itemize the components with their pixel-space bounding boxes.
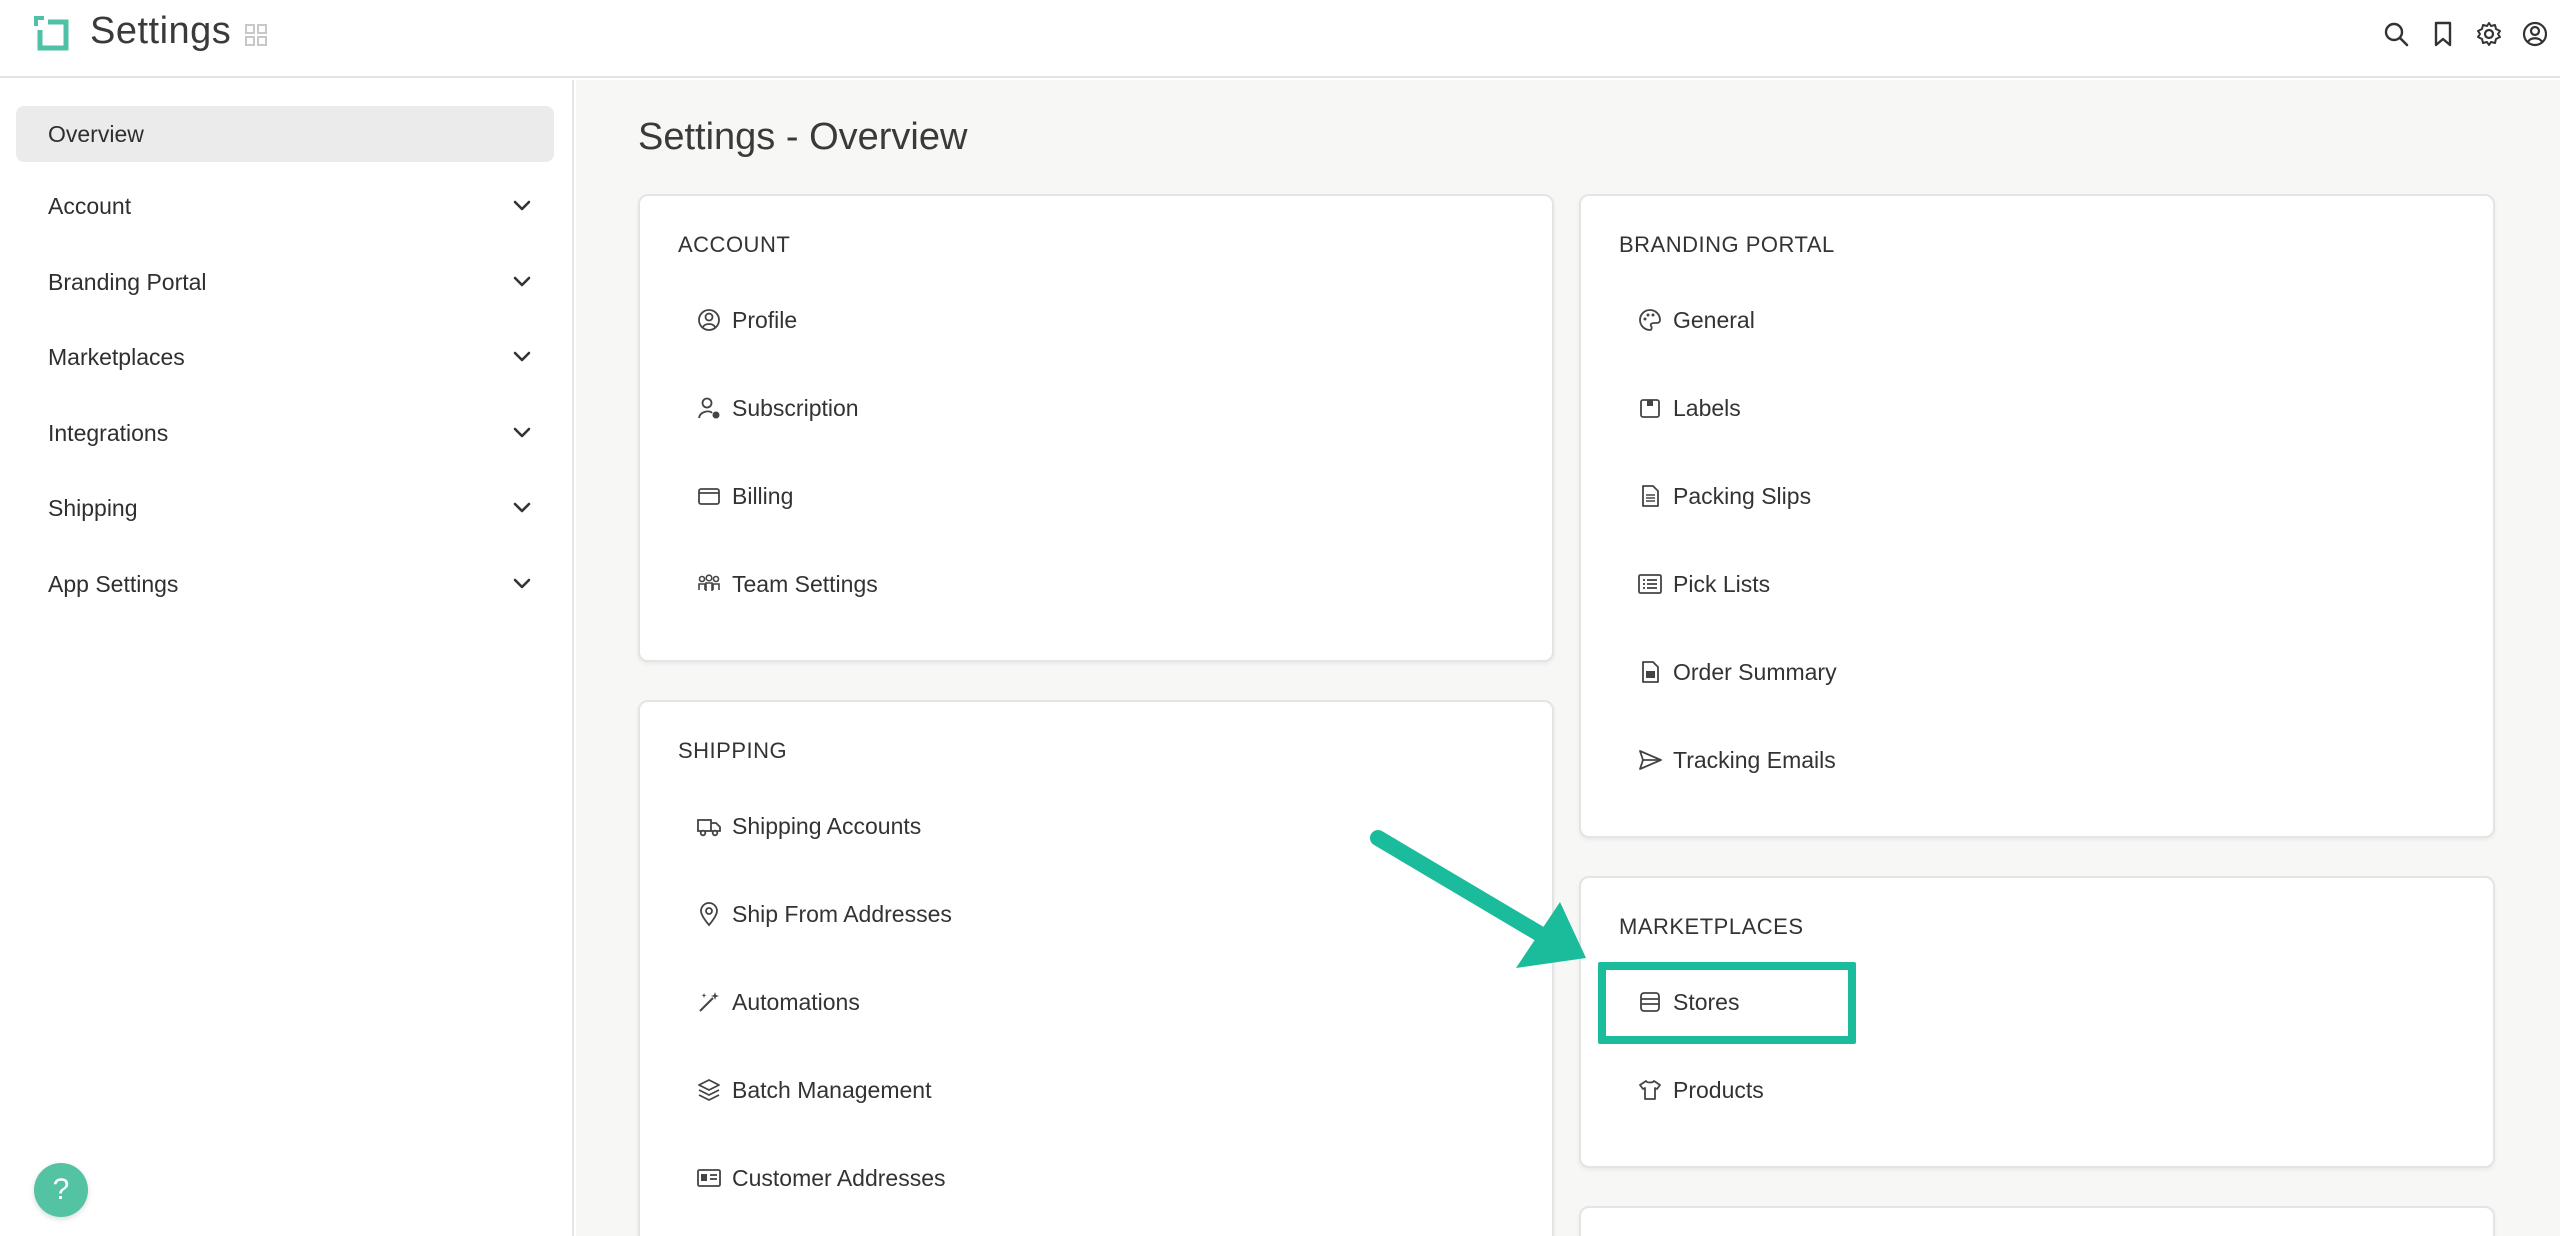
send-icon [1637, 747, 1663, 773]
sidebar-item-branding-portal[interactable]: Branding Portal [16, 254, 554, 310]
sidebar-item-label: Marketplaces [48, 343, 185, 370]
receipt-icon [1637, 659, 1663, 685]
sidebar-item-label: Overview [48, 120, 144, 147]
top-bar: Settings [0, 0, 2560, 78]
next-section-card [1579, 1206, 2495, 1236]
branding-portal-card: BRANDING PORTAL General Labels Packing S… [1579, 194, 2495, 838]
link-pick-lists[interactable]: Pick Lists [1637, 564, 1770, 604]
sidebar-item-label: Integrations [48, 419, 169, 446]
main-content: Settings - Overview ACCOUNT Profile Subs… [576, 80, 2560, 1236]
sidebar-item-account[interactable]: Account [16, 178, 554, 234]
link-subscription[interactable]: Subscription [696, 388, 859, 428]
search-icon[interactable] [2382, 20, 2410, 48]
logo-icon[interactable] [34, 16, 72, 54]
user-circle-icon [696, 307, 722, 333]
map-pin-icon [696, 901, 722, 927]
palette-icon [1637, 307, 1663, 333]
apps-grid-icon[interactable] [244, 23, 268, 47]
chevron-down-icon [513, 276, 531, 287]
truck-icon [696, 813, 722, 839]
list-icon [1637, 571, 1663, 597]
link-label: General [1673, 306, 1755, 333]
link-ship-from-addresses[interactable]: Ship From Addresses [696, 894, 952, 934]
link-general[interactable]: General [1637, 300, 1755, 340]
sidebar-item-label: Branding Portal [48, 268, 207, 295]
team-icon [696, 571, 722, 597]
link-label: Stores [1673, 988, 1740, 1015]
link-automations[interactable]: Automations [696, 982, 860, 1022]
sidebar-item-label: Shipping [48, 494, 138, 521]
magic-wand-icon [696, 989, 722, 1015]
link-customer-addresses[interactable]: Customer Addresses [696, 1158, 945, 1198]
card-title: SHIPPING [678, 738, 788, 763]
user-gear-icon [696, 395, 722, 421]
link-billing[interactable]: Billing [696, 476, 793, 516]
sidebar-item-integrations[interactable]: Integrations [16, 405, 554, 461]
card-title: ACCOUNT [678, 232, 791, 257]
chevron-down-icon [513, 502, 531, 513]
marketplaces-card: MARKETPLACES Stores Products [1579, 876, 2495, 1168]
bookmark-icon[interactable] [2429, 20, 2457, 48]
chevron-down-icon [513, 200, 531, 211]
link-profile[interactable]: Profile [696, 300, 797, 340]
help-button[interactable]: ? [34, 1163, 88, 1217]
link-order-summary[interactable]: Order Summary [1637, 652, 1837, 692]
account-card: ACCOUNT Profile Subscription Billing Tea… [638, 194, 1554, 662]
chevron-down-icon [513, 578, 531, 589]
link-label: Billing [732, 482, 794, 509]
link-labels[interactable]: Labels [1637, 388, 1741, 428]
user-circle-icon[interactable] [2521, 20, 2549, 48]
shipping-card: SHIPPING Shipping Accounts Ship From Add… [638, 700, 1554, 1236]
address-card-icon [696, 1165, 722, 1191]
gear-icon[interactable] [2475, 20, 2503, 48]
link-label: Pick Lists [1673, 570, 1771, 597]
link-products[interactable]: Products [1637, 1070, 1764, 1110]
box-icon [1637, 395, 1663, 421]
link-label: Team Settings [732, 570, 878, 597]
card-title: MARKETPLACES [1619, 914, 1804, 939]
link-stores[interactable]: Stores [1637, 982, 1739, 1022]
card-title: BRANDING PORTAL [1619, 232, 1835, 257]
wallet-icon [696, 483, 722, 509]
link-label: Order Summary [1673, 658, 1837, 685]
link-batch-management[interactable]: Batch Management [696, 1070, 931, 1110]
link-label: Batch Management [732, 1076, 932, 1103]
shirt-icon [1637, 1077, 1663, 1103]
link-tracking-emails[interactable]: Tracking Emails [1637, 740, 1836, 780]
link-label: Packing Slips [1673, 482, 1812, 509]
link-label: Automations [732, 988, 860, 1015]
link-label: Profile [732, 306, 798, 333]
store-icon [1637, 989, 1663, 1015]
link-label: Products [1673, 1076, 1764, 1103]
sidebar-item-marketplaces[interactable]: Marketplaces [16, 329, 554, 385]
chevron-down-icon [513, 351, 531, 362]
link-team-settings[interactable]: Team Settings [696, 564, 878, 604]
sidebar-item-shipping[interactable]: Shipping [16, 480, 554, 536]
link-packing-slips[interactable]: Packing Slips [1637, 476, 1811, 516]
sidebar-item-label: App Settings [48, 570, 179, 597]
sidebar: Overview Account Branding Portal Marketp… [0, 80, 574, 1236]
link-shipping-accounts[interactable]: Shipping Accounts [696, 806, 921, 846]
link-label: Ship From Addresses [732, 900, 952, 927]
sidebar-item-label: Account [48, 192, 132, 219]
link-label: Tracking Emails [1673, 746, 1836, 773]
app-title: Settings [90, 10, 232, 52]
link-label: Shipping Accounts [732, 812, 922, 839]
link-label: Customer Addresses [732, 1164, 946, 1191]
layers-icon [696, 1077, 722, 1103]
sidebar-item-overview[interactable]: Overview [16, 106, 554, 162]
link-label: Subscription [732, 394, 859, 421]
document-icon [1637, 483, 1663, 509]
link-label: Labels [1673, 394, 1741, 421]
chevron-down-icon [513, 427, 531, 438]
sidebar-item-app-settings[interactable]: App Settings [16, 556, 554, 612]
page-title: Settings - Overview [638, 116, 968, 158]
